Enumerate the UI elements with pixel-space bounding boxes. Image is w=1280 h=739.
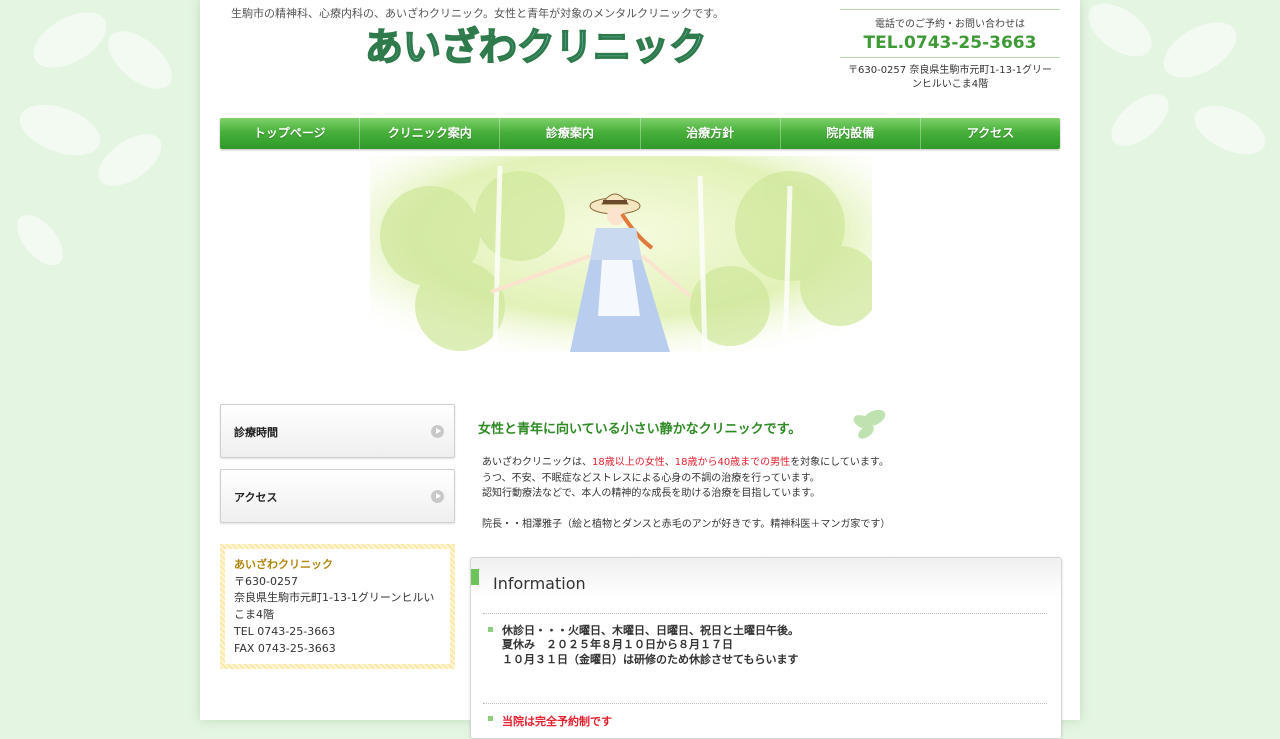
contact-lead: 電話でのご予約・お問い合わせは	[875, 19, 1025, 30]
information-panel: Information 休診日・・・火曜日、木曜日、日曜日、祝日と土曜日午後。 …	[470, 557, 1062, 739]
background-leaves-right	[1088, 3, 1266, 155]
divider	[840, 9, 1060, 10]
clinic-tel: TEL 0743-25-3663	[234, 624, 336, 638]
divider	[840, 57, 1060, 58]
heading-marker	[471, 569, 479, 585]
target-men: 18歳から40歳までの男性	[674, 457, 791, 468]
director-line: 院長・・相澤雅子（絵と植物とダンスと赤毛のアンが好きです。精神科医＋マンガ家です…	[482, 519, 891, 530]
divider	[483, 703, 1047, 704]
news-item-reservation: 当院は完全予約制です	[502, 715, 612, 728]
nav-item-facilities[interactable]: 院内設備	[781, 118, 921, 149]
clinic-postal: 〒630-0257	[234, 574, 298, 588]
arrow-right-icon	[431, 490, 444, 503]
phone-number[interactable]: TEL.0743-25-3663	[840, 33, 1060, 53]
nav-item-treatment-info[interactable]: 診療案内	[500, 118, 641, 149]
butterfly-icon	[853, 409, 886, 439]
nav-item-top[interactable]: トップページ	[220, 118, 361, 149]
nav-item-policy[interactable]: 治療方針	[641, 118, 781, 149]
information-title: Information	[493, 574, 586, 593]
bullet-icon	[488, 627, 493, 632]
clinic-address: 奈良県生駒市元町1-13-1グリーンヒルいこま4階	[234, 591, 435, 622]
sidebar-button-hours[interactable]: 診療時間	[220, 404, 455, 458]
intro-line-3: 認知行動療法などで、本人の精神的な成長を助ける治療を目指しています。	[482, 488, 821, 499]
clinic-info-card: あいざわクリニック 〒630-0257 奈良県生駒市元町1-13-1グリーンヒル…	[220, 544, 455, 669]
news-item: 休診日・・・火曜日、木曜日、日曜日、祝日と土曜日午後。 夏休み ２０２５年８月１…	[502, 624, 799, 666]
sidebar-button-label: アクセス	[234, 491, 278, 504]
bullet-icon	[488, 716, 493, 721]
intro-line-1: あいざわクリニックは、18歳以上の女性、18歳から40歳までの男性を対象にしてい…	[482, 457, 889, 468]
logo-text: あいざわクリニック	[366, 25, 706, 69]
page-container: 生駒市の精神科、心療内科の、あいざわクリニック。女性と青年が対象のメンタルクリニ…	[200, 0, 1080, 739]
background-leaves-left	[17, 12, 172, 266]
arrow-right-icon	[431, 425, 444, 438]
divider	[483, 613, 1047, 614]
clinic-logo[interactable]: あいざわクリニック	[366, 18, 706, 74]
header-address: 〒630-0257 奈良県生駒市元町1-13-1グリーンヒルいこま4階	[848, 65, 1052, 90]
main-heading: 女性と青年に向いている小さい静かなクリニックです。	[478, 422, 802, 437]
sidebar-button-label: 診療時間	[234, 426, 278, 439]
intro-text: あいざわクリニックは、18歳以上の女性、18歳から40歳までの男性を対象にしてい…	[482, 455, 1052, 533]
hero-illustration	[370, 156, 872, 352]
clinic-fax: FAX 0743-25-3663	[234, 641, 336, 655]
sidebar-button-access[interactable]: アクセス	[220, 469, 455, 523]
main-nav: トップページ クリニック案内 診療案内 治療方針 院内設備 アクセス	[220, 118, 1060, 149]
intro-line-2: うつ、不安、不眠症などストレスによる心身の不調の治療を行っています。	[482, 472, 820, 484]
target-women: 18歳以上の女性	[592, 457, 665, 468]
nav-item-clinic[interactable]: クリニック案内	[360, 118, 501, 149]
contact-box: 電話でのご予約・お問い合わせは TEL.0743-25-3663 〒630-02…	[840, 9, 1060, 92]
clinic-name: あいざわクリニック	[234, 558, 333, 571]
nav-item-access[interactable]: アクセス	[921, 118, 1060, 149]
